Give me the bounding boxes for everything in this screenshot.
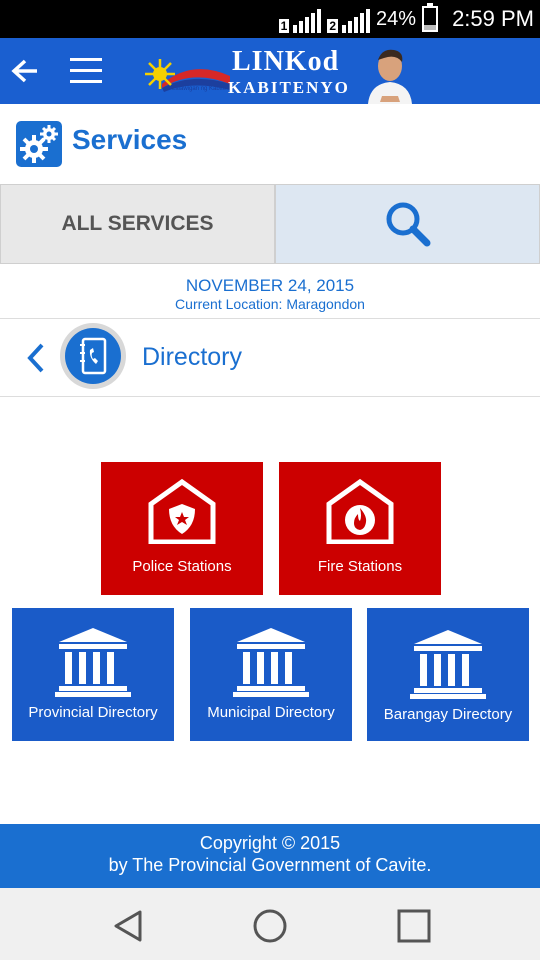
government-building-icon bbox=[410, 630, 486, 699]
barangay-directory-tile[interactable]: Barangay Directory bbox=[367, 608, 529, 741]
tile-label: Barangay Directory bbox=[383, 706, 513, 723]
brand-tagline: Lalawigan ng Kabite bbox=[172, 86, 227, 92]
nav-back-icon[interactable] bbox=[110, 908, 146, 944]
copyright-owner: by The Provincial Government of Cavite. bbox=[108, 855, 432, 875]
clock: 2:59 PM bbox=[452, 6, 534, 31]
phonebook-icon bbox=[60, 323, 126, 389]
brand-title: LINKod bbox=[232, 46, 340, 77]
government-building-icon bbox=[55, 628, 131, 697]
status-bar: 1 2 24% 2:59 PM bbox=[0, 0, 540, 38]
nav-recents-icon[interactable] bbox=[396, 908, 432, 944]
provincial-directory-tile[interactable]: Provincial Directory bbox=[12, 608, 174, 741]
sim2-signal-icon: 2 bbox=[327, 5, 371, 33]
hamburger-menu-icon[interactable] bbox=[70, 58, 102, 84]
date-location-bar: NOVEMBER 24, 2015 Current Location: Mara… bbox=[0, 264, 540, 319]
system-navigation-bar bbox=[0, 888, 540, 960]
tile-label: Municipal Directory bbox=[207, 704, 335, 721]
sim1-signal-icon: 1 bbox=[278, 5, 322, 33]
municipal-directory-tile[interactable]: Municipal Directory bbox=[190, 608, 352, 741]
current-date: NOVEMBER 24, 2015 bbox=[185, 276, 355, 295]
services-tabs: ALL SERVICES bbox=[0, 184, 540, 264]
linkod-kabitenyo-logo: Lalawigan ng Kabite LINKod KABITENYO bbox=[142, 44, 417, 104]
search-tab[interactable] bbox=[275, 184, 540, 264]
police-station-icon bbox=[148, 478, 216, 544]
fire-station-icon bbox=[326, 478, 394, 544]
current-location: Current Location: Maragondon bbox=[175, 296, 365, 312]
sim2-label: 2 bbox=[327, 19, 339, 33]
copyright-line: Copyright © 2015 bbox=[199, 833, 341, 853]
governor-portrait bbox=[364, 44, 416, 104]
police-stations-tile[interactable]: Police Stations bbox=[101, 462, 263, 595]
sim1-label: 1 bbox=[278, 19, 290, 33]
back-arrow-icon[interactable] bbox=[10, 56, 40, 86]
gears-icon bbox=[16, 121, 62, 167]
brand-subtitle: KABITENYO bbox=[228, 78, 350, 97]
services-header: Services bbox=[0, 104, 540, 184]
all-services-tab[interactable]: ALL SERVICES bbox=[0, 184, 275, 264]
philippine-sun-icon: Lalawigan ng Kabite bbox=[145, 59, 230, 92]
fire-stations-tile[interactable]: Fire Stations bbox=[279, 462, 441, 595]
directory-title: Directory bbox=[142, 343, 243, 371]
directory-header: Directory bbox=[0, 319, 540, 397]
tile-label: Provincial Directory bbox=[28, 704, 158, 721]
app-bar: Lalawigan ng Kabite LINKod KABITENYO bbox=[0, 38, 540, 104]
services-title: Services bbox=[72, 124, 188, 155]
government-building-icon bbox=[233, 628, 309, 697]
chevron-left-icon[interactable] bbox=[22, 341, 48, 375]
battery-percent: 24% bbox=[376, 7, 417, 30]
all-services-label: ALL SERVICES bbox=[61, 212, 214, 235]
status-icons: 1 2 24% 2:59 PM bbox=[278, 0, 534, 38]
nav-home-icon[interactable] bbox=[252, 908, 288, 944]
tile-label: Police Stations bbox=[132, 558, 232, 575]
search-icon bbox=[386, 202, 430, 247]
footer: Copyright © 2015 by The Provincial Gover… bbox=[0, 824, 540, 888]
tile-label: Fire Stations bbox=[317, 558, 403, 575]
battery-charging-icon bbox=[422, 3, 439, 32]
